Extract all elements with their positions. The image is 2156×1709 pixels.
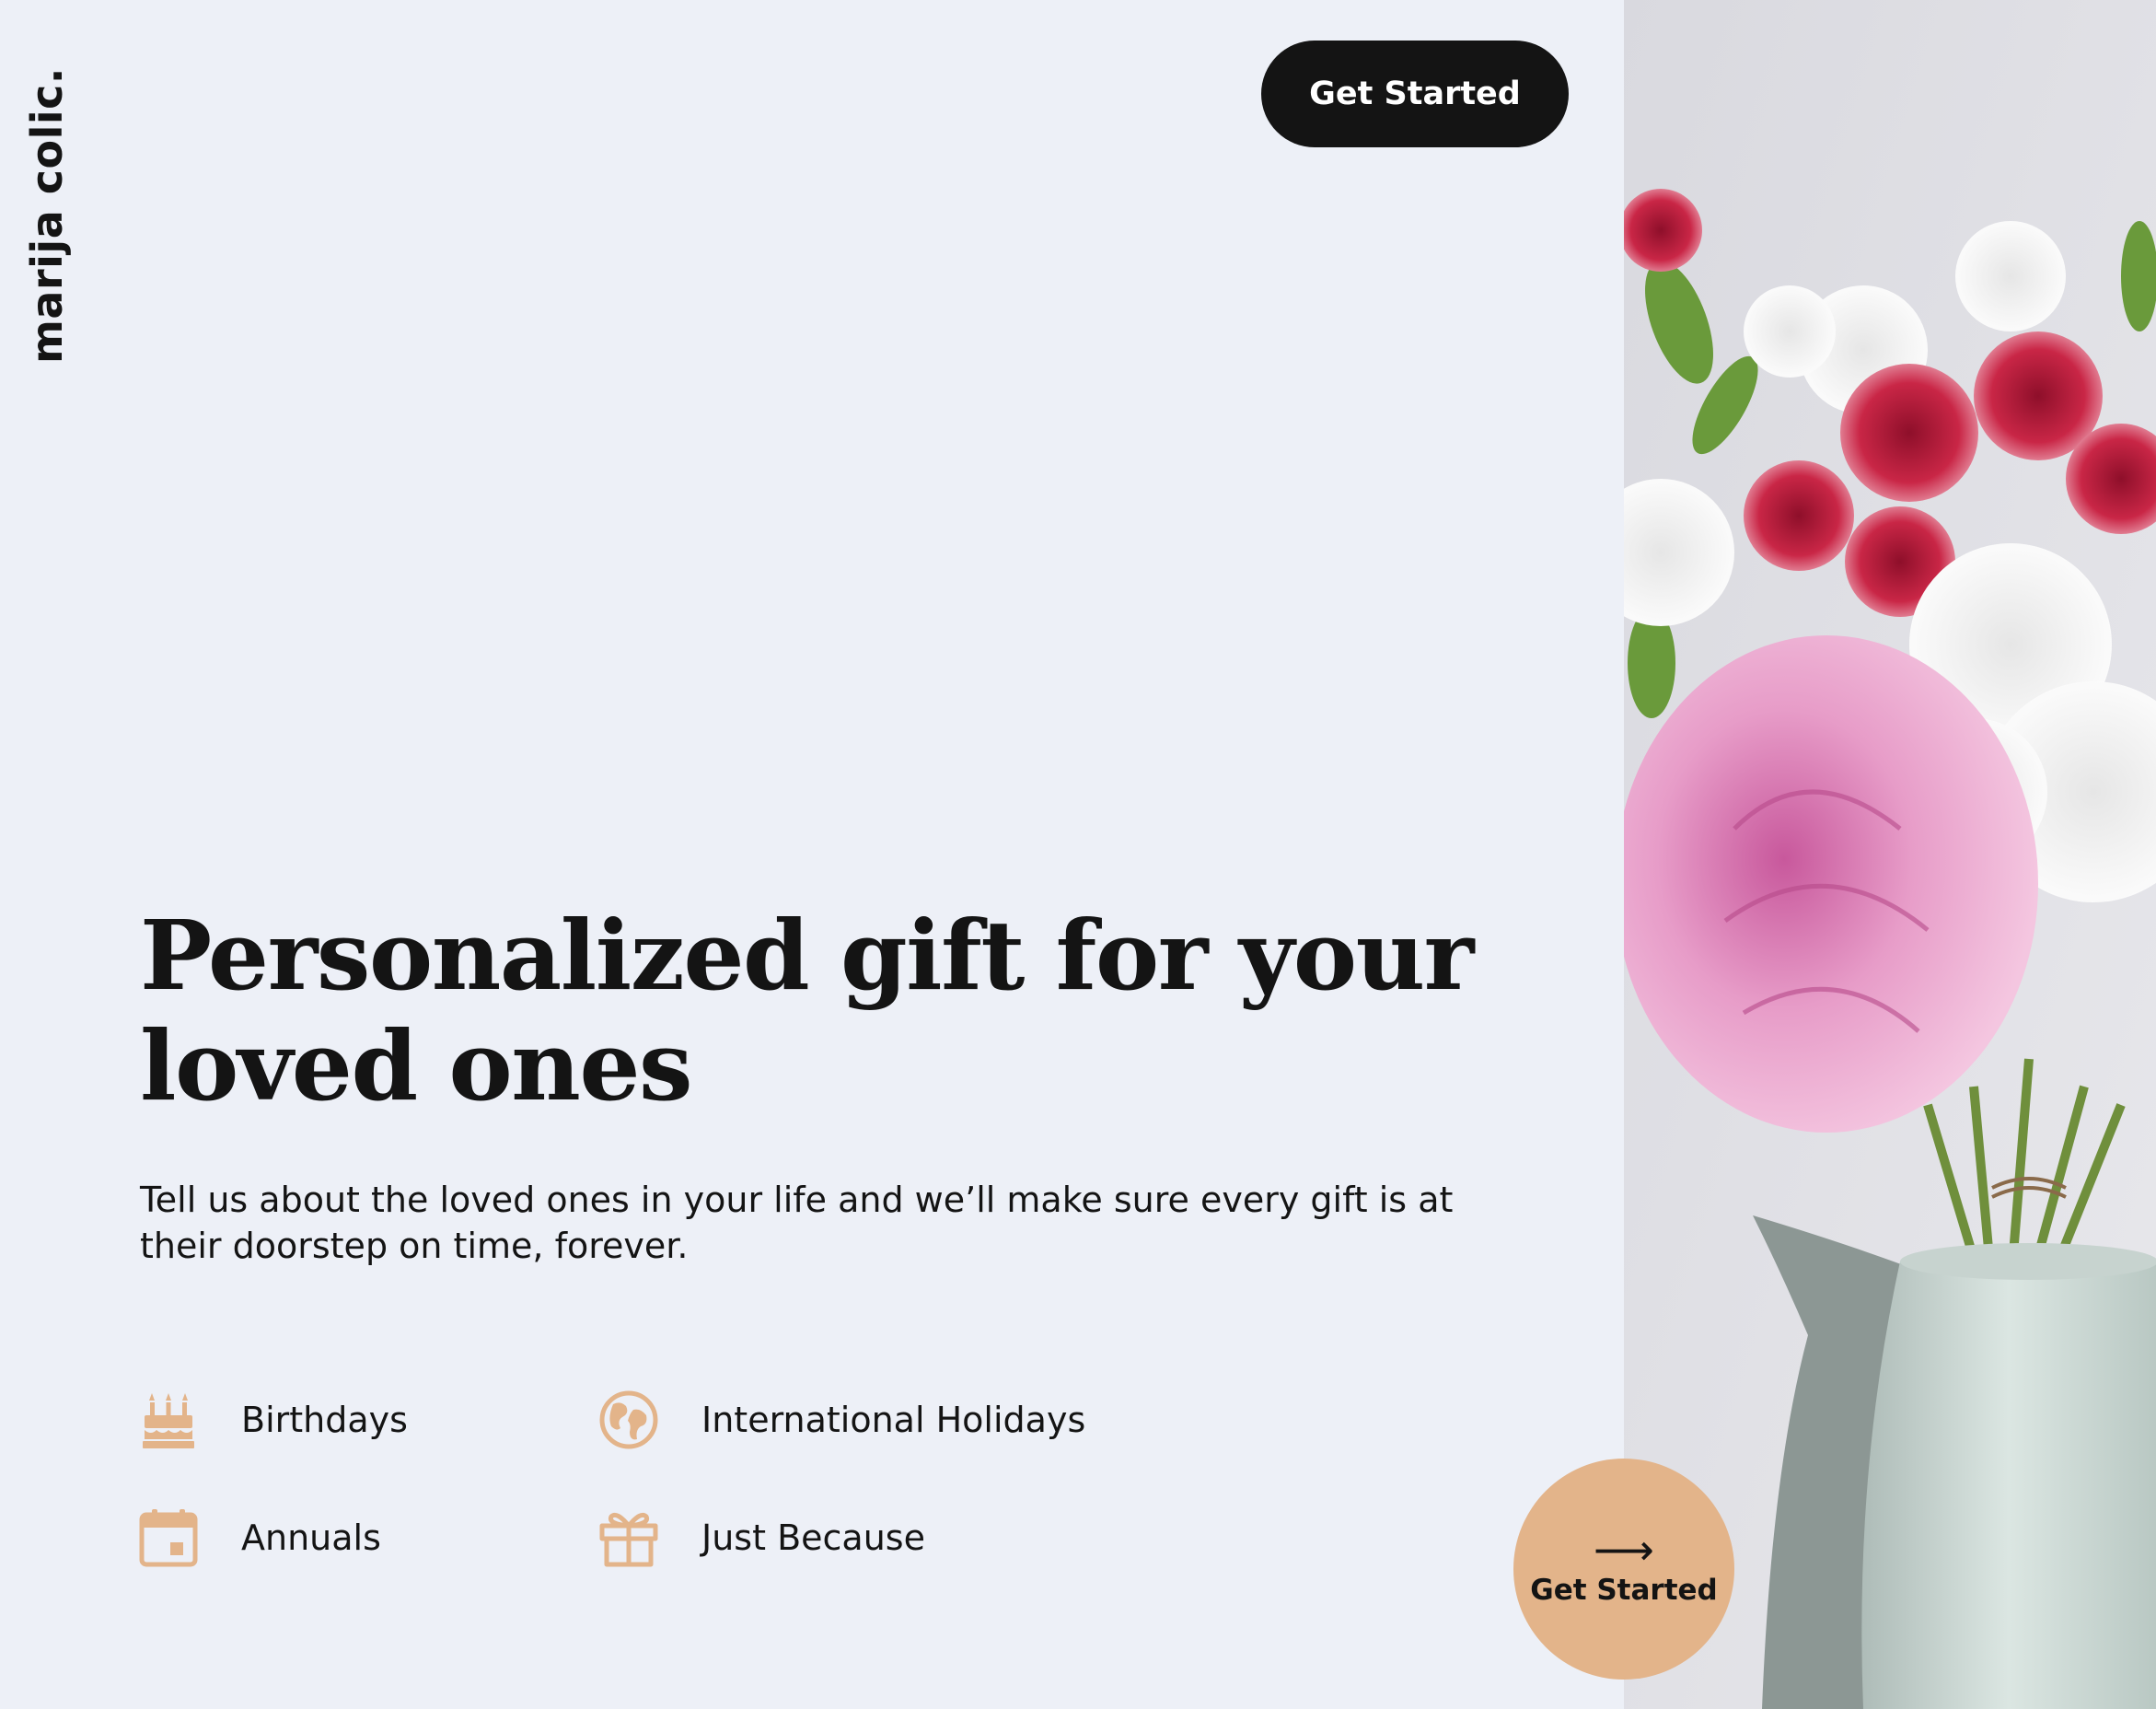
arrow-right-icon: ⟶ [1594, 1525, 1654, 1575]
hero-section: marija colic. Get Started Personalized g… [0, 0, 1624, 1709]
feature-annuals: Annuals [138, 1506, 381, 1570]
calendar-icon [138, 1507, 199, 1568]
feature-international-holidays: International Holidays [598, 1388, 1085, 1452]
feature-label: International Holidays [701, 1400, 1086, 1440]
round-get-started-button[interactable]: ⟶ Get Started [1513, 1459, 1734, 1680]
feature-birthdays: Birthdays [138, 1388, 408, 1452]
header-get-started-button[interactable]: Get Started [1261, 41, 1569, 147]
feature-just-because: Just Because [598, 1506, 925, 1570]
feature-label: Just Because [701, 1517, 925, 1558]
hero-headline: Personalized gift for your loved ones [140, 899, 1474, 1122]
birthday-cake-icon [138, 1389, 199, 1450]
round-cta-label: Get Started [1530, 1574, 1718, 1607]
hero-subtext: Tell us about the loved ones in your lif… [140, 1180, 1454, 1266]
gift-icon [598, 1507, 659, 1568]
hero-photo-flowers [1624, 0, 2156, 1709]
feature-label: Birthdays [241, 1400, 408, 1440]
feature-label: Annuals [241, 1517, 381, 1558]
brand-logo[interactable]: marija colic. [22, 67, 72, 364]
globe-icon [598, 1389, 659, 1450]
